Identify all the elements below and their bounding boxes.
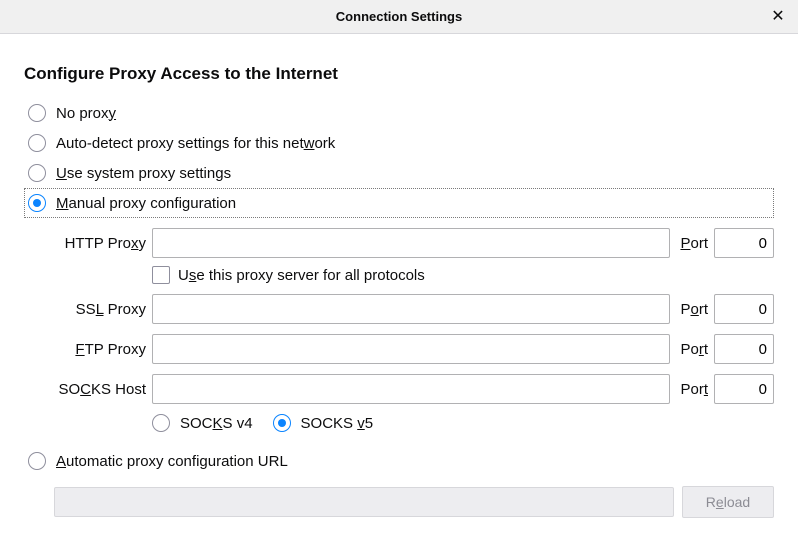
socks-port-label: Port <box>680 381 708 398</box>
socks-host-label: SOCKS Host <box>54 381 146 398</box>
ssl-port-label: Port <box>680 301 708 318</box>
http-proxy-label: HTTP Proxy <box>54 235 146 252</box>
radio-icon <box>28 164 46 182</box>
radio-icon <box>152 414 170 432</box>
ftp-port-input[interactable] <box>714 334 774 364</box>
http-proxy-input[interactable] <box>152 228 670 258</box>
radio-socks-v4[interactable]: SOCKS v4 <box>152 414 253 432</box>
socks-host-row: SOCKS Host Port <box>54 374 774 404</box>
radio-icon <box>28 452 46 470</box>
dialog-title: Connection Settings <box>336 9 462 24</box>
radio-system-proxy[interactable]: Use system proxy settings <box>24 158 774 188</box>
use-for-all-row[interactable]: Use this proxy server for all protocols <box>152 266 774 284</box>
reload-button: Reload <box>682 486 774 518</box>
use-for-all-label: Use this proxy server for all protocols <box>178 267 425 284</box>
http-proxy-row: HTTP Proxy Port <box>54 228 774 258</box>
radio-label-auto-detect: Auto-detect proxy settings for this netw… <box>56 135 335 152</box>
socks-host-input[interactable] <box>152 374 670 404</box>
ssl-port-input[interactable] <box>714 294 774 324</box>
radio-icon <box>273 414 291 432</box>
socks-version-row: SOCKS v4 SOCKS v5 <box>152 414 774 432</box>
checkbox-icon <box>152 266 170 284</box>
radio-icon <box>28 104 46 122</box>
ssl-proxy-label: SSL Proxy <box>54 301 146 318</box>
socks-v5-label: SOCKS v5 <box>301 415 374 432</box>
section-heading: Configure Proxy Access to the Internet <box>24 64 774 84</box>
ftp-proxy-label: FTP Proxy <box>54 341 146 358</box>
close-button[interactable]: ✕ <box>766 5 790 29</box>
pac-row: Reload <box>54 486 774 518</box>
pac-url-input <box>54 487 674 517</box>
http-port-label: Port <box>680 235 708 252</box>
ssl-proxy-input[interactable] <box>152 294 670 324</box>
ftp-proxy-input[interactable] <box>152 334 670 364</box>
radio-label-system-proxy: Use system proxy settings <box>56 165 231 182</box>
radio-label-no-proxy: No proxy <box>56 105 116 122</box>
titlebar: Connection Settings ✕ <box>0 0 798 34</box>
radio-label-auto-config-url: Automatic proxy configuration URL <box>56 453 288 470</box>
manual-proxy-fields: HTTP Proxy Port Use this proxy server fo… <box>54 228 774 432</box>
dialog-content: Configure Proxy Access to the Internet N… <box>0 34 798 530</box>
radio-manual-proxy[interactable]: Manual proxy configuration <box>24 188 774 218</box>
ftp-port-label: Port <box>680 341 708 358</box>
radio-auto-config-url[interactable]: Automatic proxy configuration URL <box>24 446 774 476</box>
radio-socks-v5[interactable]: SOCKS v5 <box>273 414 374 432</box>
radio-no-proxy[interactable]: No proxy <box>24 98 774 128</box>
ftp-proxy-row: FTP Proxy Port <box>54 334 774 364</box>
radio-auto-detect[interactable]: Auto-detect proxy settings for this netw… <box>24 128 774 158</box>
close-icon: ✕ <box>771 9 784 25</box>
ssl-proxy-row: SSL Proxy Port <box>54 294 774 324</box>
socks-v4-label: SOCKS v4 <box>180 415 253 432</box>
radio-icon <box>28 194 46 212</box>
radio-icon <box>28 134 46 152</box>
http-port-input[interactable] <box>714 228 774 258</box>
socks-port-input[interactable] <box>714 374 774 404</box>
radio-label-manual-proxy: Manual proxy configuration <box>56 195 236 212</box>
